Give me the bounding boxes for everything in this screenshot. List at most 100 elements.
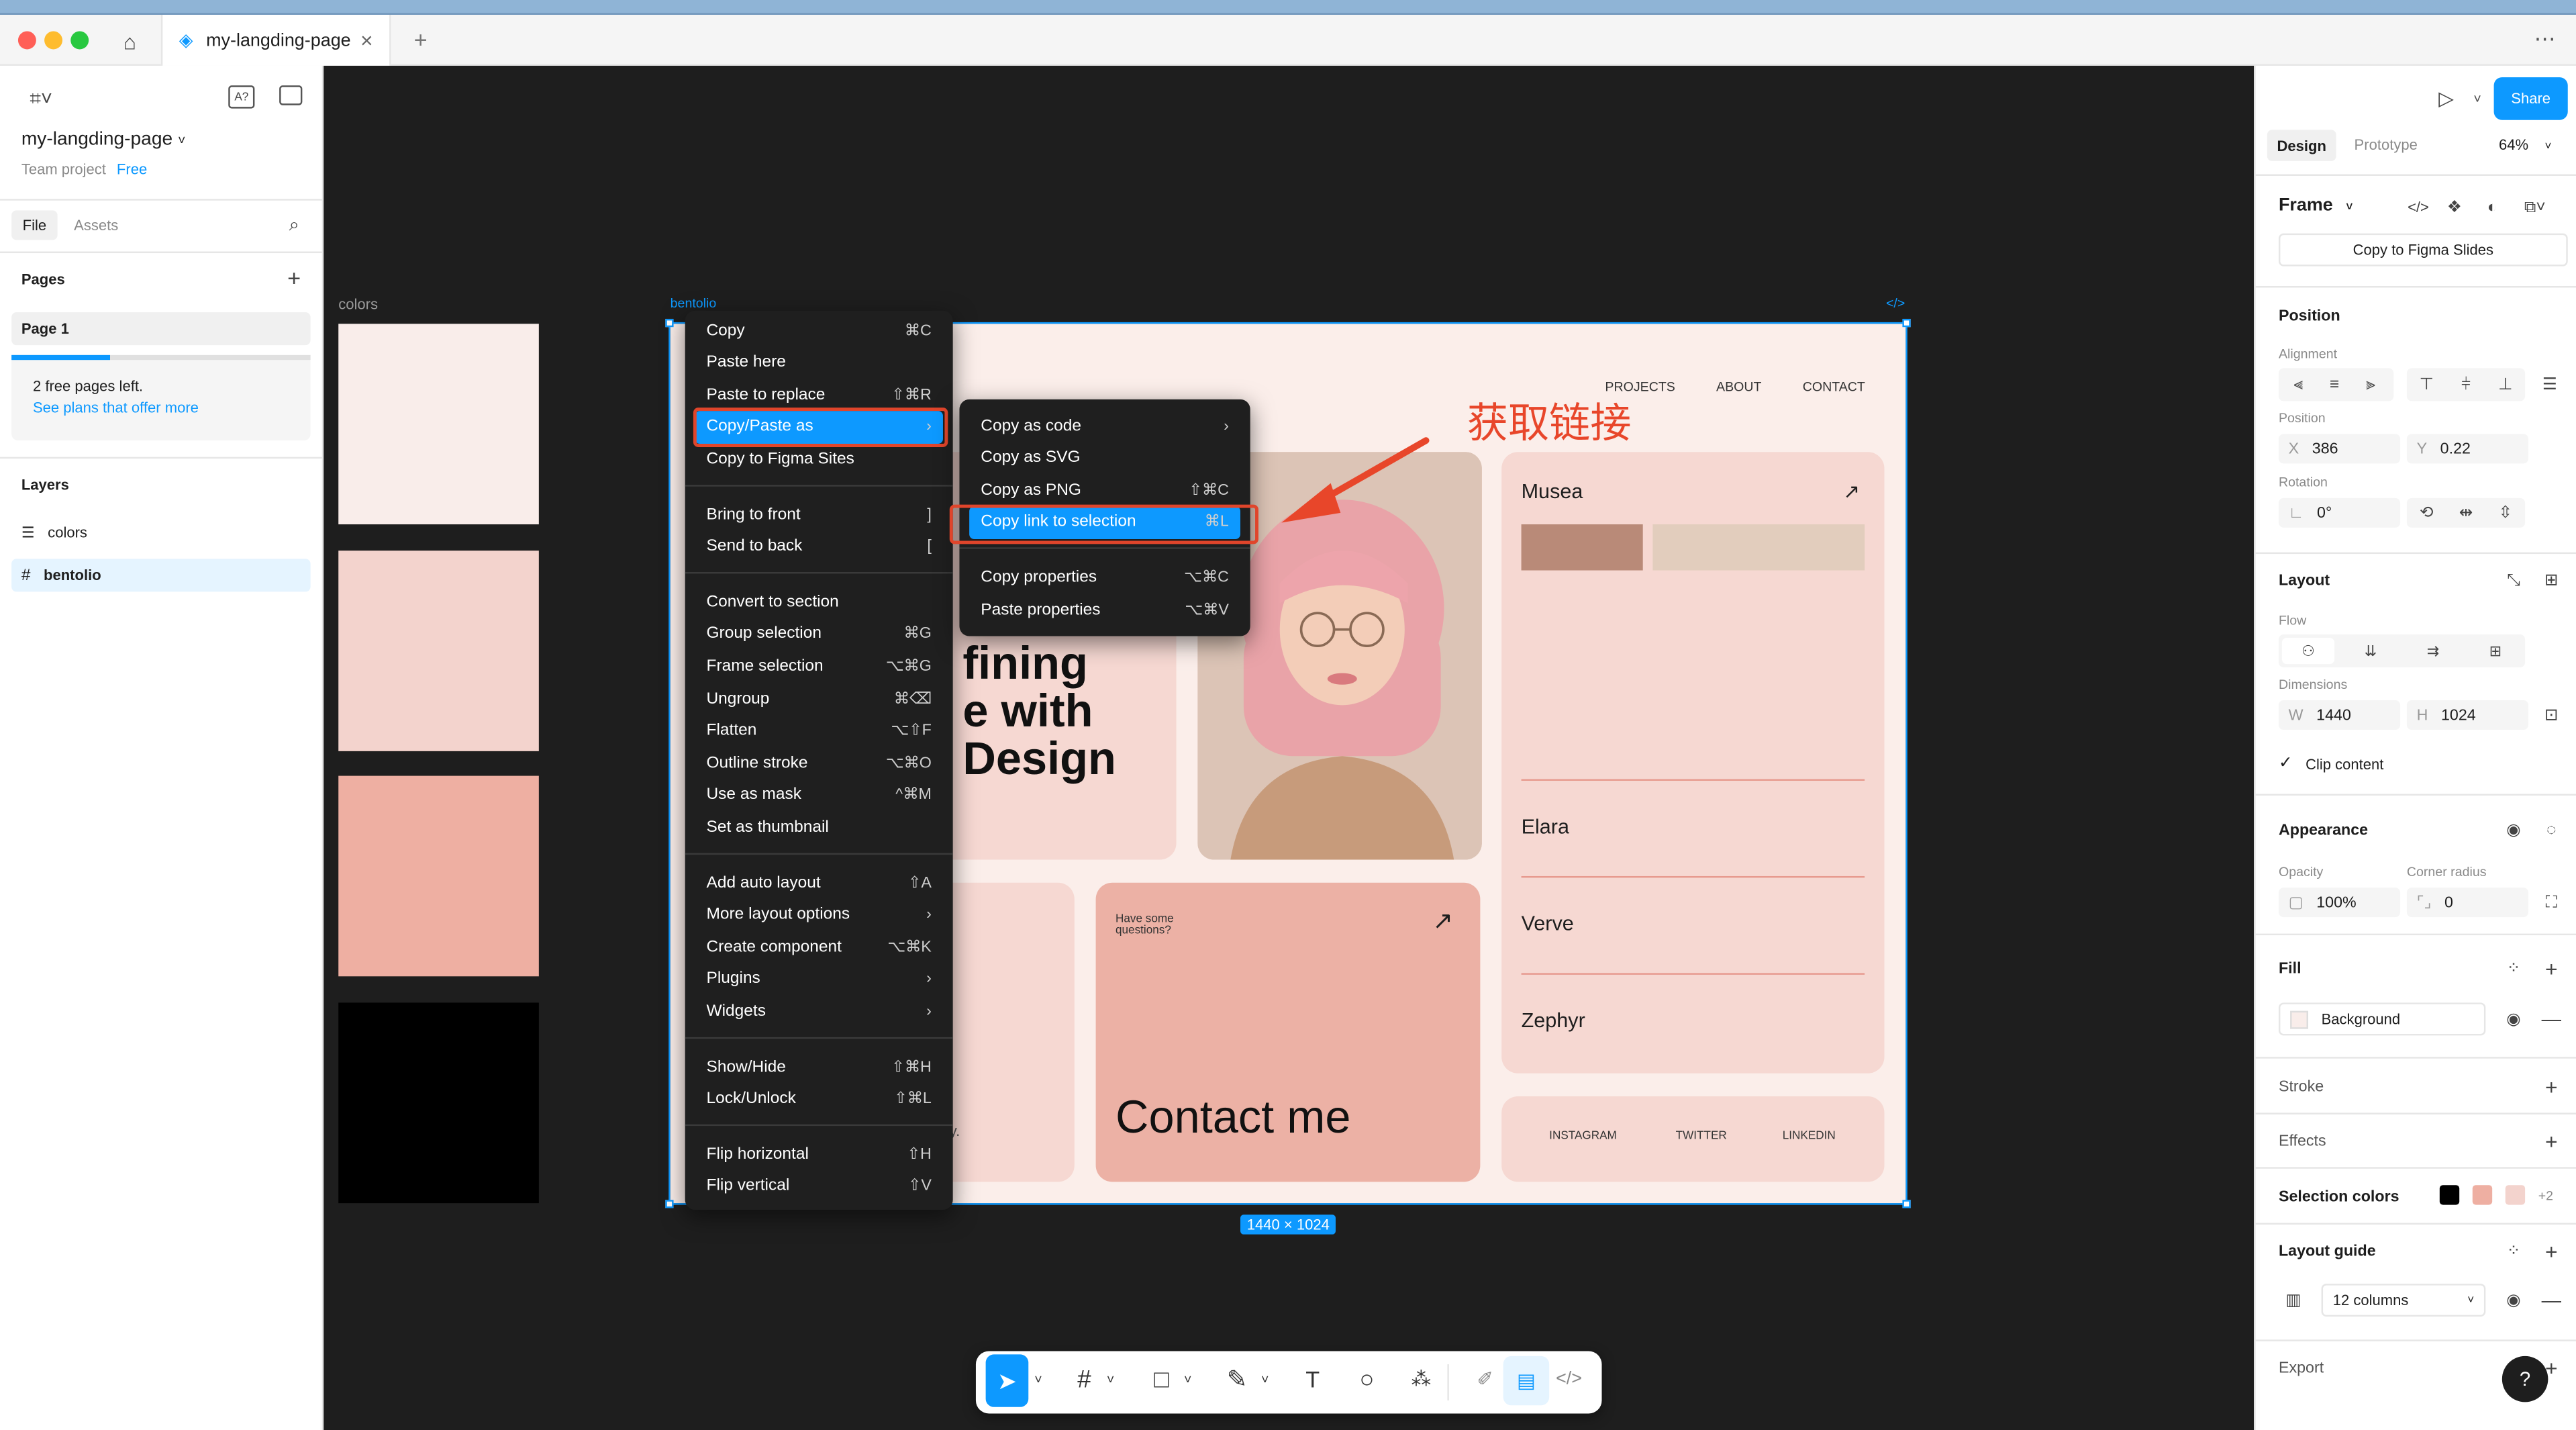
resize-handle-br[interactable]	[1902, 1200, 1911, 1208]
code-icon[interactable]: </>	[2407, 195, 2430, 218]
styles-icon[interactable]: ⁘	[2502, 957, 2525, 980]
tab-file-panel[interactable]: File	[11, 210, 58, 240]
menu-item-paste-here[interactable]: Paste here	[695, 346, 943, 379]
resize-handle-bl[interactable]	[665, 1200, 674, 1208]
new-tab-icon[interactable]: +	[407, 26, 434, 52]
menu-item-flip-horizontal[interactable]: Flip horizontal ⇧H	[695, 1138, 943, 1171]
menu-item-show-hide[interactable]: Show/Hide ⇧⌘H	[695, 1050, 943, 1083]
frame-label[interactable]: bentolio	[671, 296, 717, 309]
copy-to-slides-button[interactable]: Copy to Figma Slides	[2278, 233, 2568, 267]
fill-style[interactable]: Background	[2278, 1002, 2486, 1036]
selection-color-3[interactable]	[2505, 1185, 2526, 1205]
tab-prototype[interactable]: Prototype	[2355, 136, 2418, 152]
menu-item-flatten[interactable]: Flatten ⌥⇧F	[695, 714, 943, 747]
boolean-icon[interactable]: ⧉˅	[2517, 195, 2553, 218]
menu-item-paste-properties[interactable]: Paste properties ⌥⌘V	[969, 593, 1240, 626]
chevron-down-icon[interactable]: ˅	[1028, 1351, 1048, 1407]
eye-icon[interactable]: ◉	[2502, 818, 2525, 841]
menu-item-group-selection[interactable]: Group selection ⌘G	[695, 618, 943, 651]
pen-tool-icon[interactable]: ✎	[1212, 1351, 1261, 1407]
menu-item-flip-vertical[interactable]: Flip vertical ⇧V	[695, 1170, 943, 1203]
chevron-down-icon[interactable]: ˅	[1101, 1351, 1120, 1407]
menu-item-copy[interactable]: Copy ⌘C	[695, 314, 943, 347]
add-page-icon[interactable]: +	[283, 265, 305, 291]
project-musea[interactable]: Musea	[1522, 480, 1583, 503]
menu-item-widgets[interactable]: Widgets ›	[695, 995, 943, 1028]
draw-mode-icon[interactable]: ✐	[1460, 1351, 1509, 1407]
flip-horizontal-icon[interactable]: ⇹	[2450, 502, 2483, 524]
width-input[interactable]: W 1440	[2278, 700, 2401, 730]
ai-icon[interactable]: A?	[228, 85, 255, 109]
layer-colors[interactable]: ☰ colors	[11, 518, 310, 547]
tab-design[interactable]: Design	[2267, 130, 2336, 161]
search-icon[interactable]: ⌕	[283, 213, 305, 236]
menu-item-lock-unlock[interactable]: Lock/Unlock ⇧⌘L	[695, 1082, 943, 1115]
selection-color-1[interactable]	[2439, 1185, 2460, 1205]
align-top-icon[interactable]: ⊤	[2410, 373, 2443, 396]
align-right-icon[interactable]: ⫸	[2355, 373, 2387, 396]
project-verve[interactable]: Verve	[1522, 912, 1574, 935]
flow-freeform-icon[interactable]: ⚇	[2281, 637, 2335, 665]
resize-icon[interactable]: ⊡	[2540, 704, 2563, 726]
menu-item-more-layout-options[interactable]: More layout options ›	[695, 898, 943, 931]
contact-arrow-icon[interactable]: ↗	[1432, 906, 1453, 935]
menu-item-bring-to-front[interactable]: Bring to front]	[695, 498, 943, 531]
align-middle-icon[interactable]: ⫩	[2450, 373, 2483, 396]
add-effect-icon[interactable]: +	[2540, 1129, 2563, 1153]
figma-menu-icon[interactable]: ⌗˅	[19, 85, 62, 111]
corners-icon[interactable]: ⛶	[2540, 891, 2563, 914]
close-window-button[interactable]	[17, 31, 36, 50]
home-icon[interactable]: ⌂	[115, 28, 144, 54]
x-input[interactable]: X 386	[2278, 434, 2401, 464]
swatch-4[interactable]	[338, 1002, 539, 1204]
flip-vertical-icon[interactable]: ⇳	[2489, 502, 2522, 524]
eye-icon[interactable]: ◉	[2502, 1008, 2525, 1031]
text-tool-icon[interactable]: T	[1288, 1351, 1337, 1407]
resize-handle-tl[interactable]	[665, 318, 674, 328]
menu-item-copy-as-png[interactable]: Copy as PNG ⇧⌘C	[969, 474, 1240, 507]
y-input[interactable]: Y 0.22	[2406, 434, 2529, 464]
clip-content-checkbox[interactable]: ✓ Clip content	[2279, 755, 2383, 773]
play-icon[interactable]: ▷	[2433, 85, 2459, 111]
swatch-2[interactable]	[338, 551, 539, 751]
eye-icon[interactable]: ◉	[2502, 1288, 2525, 1311]
arrow-up-right-icon[interactable]: ↗	[1843, 480, 1860, 503]
menu-item-outline-stroke[interactable]: Outline stroke ⌥⌘O	[695, 747, 943, 779]
styles-icon[interactable]: ⁘	[2502, 1239, 2525, 1262]
more-icon[interactable]: ⋯	[2530, 26, 2559, 52]
plans-link[interactable]: See plans that offer more	[33, 399, 199, 416]
flow-grid-icon[interactable]: ⊞	[2469, 638, 2522, 664]
flow-horizontal-icon[interactable]: ⇉	[2407, 638, 2459, 664]
align-bottom-icon[interactable]: ⊥	[2489, 373, 2522, 396]
resize-handle-tr[interactable]	[1902, 318, 1911, 328]
page-item[interactable]: Page 1	[11, 312, 311, 346]
layer-bentolio[interactable]: # bentolio	[11, 559, 311, 592]
chevron-down-icon[interactable]: ˅	[2469, 89, 2485, 108]
blend-icon[interactable]: ◌	[2540, 818, 2563, 841]
chevron-down-icon[interactable]: ˅	[1255, 1351, 1275, 1407]
social-twitter[interactable]: TWITTER	[1676, 1131, 1727, 1142]
menu-item-add-auto-layout[interactable]: Add auto layout ⇧A	[695, 866, 943, 899]
file-name[interactable]: my-langding-page ˅	[21, 130, 186, 149]
project-elara[interactable]: Elara	[1522, 815, 1569, 838]
remove-fill-icon[interactable]: —	[2540, 1008, 2563, 1031]
menu-item-copy-as-code[interactable]: Copy as code ›	[969, 410, 1240, 442]
rotate-icon[interactable]: ⟲	[2410, 502, 2443, 524]
tab-file[interactable]: ◈ my-langding-page ×	[160, 15, 391, 66]
menu-item-ungroup[interactable]: Ungroup ⌘⌫	[695, 682, 943, 715]
sidebar-toggle-icon[interactable]	[279, 85, 303, 105]
actions-icon[interactable]: ⁂	[1397, 1351, 1446, 1407]
share-button[interactable]: Share	[2493, 77, 2568, 120]
align-center-icon[interactable]: ≡	[2318, 373, 2351, 396]
collapse-icon[interactable]: ⤡	[2502, 569, 2525, 591]
swatch-1[interactable]	[338, 324, 539, 525]
zoom-level[interactable]: 64% ˅	[2499, 136, 2552, 152]
mask-icon[interactable]: ◐	[2481, 195, 2504, 218]
menu-item-copy-properties[interactable]: Copy properties ⌥⌘C	[969, 561, 1240, 594]
chevron-down-icon[interactable]: ˅	[1178, 1351, 1197, 1407]
social-linkedin[interactable]: LINKEDIN	[1783, 1131, 1836, 1142]
menu-item-copy-as-svg[interactable]: Copy as SVG	[969, 442, 1240, 475]
add-fill-icon[interactable]: +	[2540, 956, 2563, 981]
corner-radius-input[interactable]: ⌜⌟ 0	[2406, 888, 2529, 918]
component-icon[interactable]: ❖	[2443, 195, 2466, 218]
